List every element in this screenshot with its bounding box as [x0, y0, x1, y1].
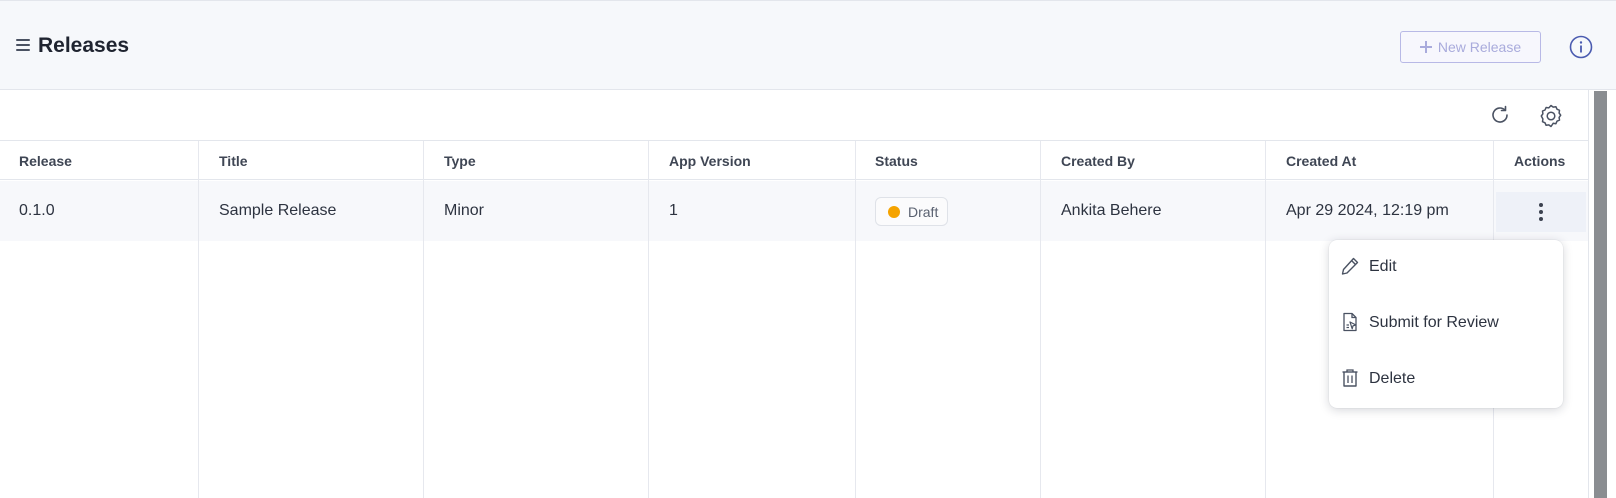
cell-app-version: 1: [669, 202, 678, 219]
column-divider: [1040, 141, 1041, 498]
page-header: Releases New Release: [0, 0, 1616, 90]
menu-item-label: Edit: [1369, 258, 1397, 275]
column-header-type[interactable]: Type: [444, 153, 476, 169]
status-label: Draft: [908, 203, 939, 220]
column-header-actions: Actions: [1514, 153, 1566, 169]
page-title: Releases: [38, 34, 130, 57]
releases-page: Releases New Release Release Title Type …: [0, 0, 1616, 498]
menu-item-submit-for-review[interactable]: Submit for Review: [1329, 297, 1563, 349]
column-divider: [1265, 141, 1266, 498]
table-row[interactable]: 0.1.0 Sample Release Minor 1 Draft Ankit…: [0, 181, 1588, 241]
new-release-label: New Release: [1437, 39, 1522, 55]
cell-release: 0.1.0: [19, 202, 55, 219]
row-actions-button[interactable]: [1496, 192, 1586, 232]
info-icon[interactable]: [1569, 35, 1593, 59]
column-divider: [423, 141, 424, 498]
menu-item-edit[interactable]: Edit: [1329, 241, 1563, 293]
table-header: Release Title Type App Version Status Cr…: [0, 141, 1588, 180]
document-submit-icon: [1343, 312, 1357, 332]
cell-created-at: Apr 29 2024, 12:19 pm: [1286, 202, 1449, 219]
kebab-menu-icon: [1539, 200, 1543, 224]
trash-icon: [1342, 369, 1358, 387]
column-header-release[interactable]: Release: [19, 153, 72, 169]
column-divider: [855, 141, 856, 498]
menu-item-label: Submit for Review: [1369, 314, 1499, 331]
gear-icon[interactable]: [1538, 103, 1564, 129]
row-actions-menu: Edit Submit for Review Delete: [1329, 240, 1563, 408]
column-divider: [198, 141, 199, 498]
column-header-created-by[interactable]: Created By: [1061, 153, 1135, 169]
cell-created-by: Ankita Behere: [1061, 202, 1162, 219]
scrollbar-thumb[interactable]: [1594, 91, 1607, 498]
hamburger-icon[interactable]: [16, 39, 30, 53]
new-release-button[interactable]: New Release: [1400, 31, 1541, 63]
refresh-icon[interactable]: [1488, 103, 1512, 127]
column-header-created-at[interactable]: Created At: [1286, 153, 1356, 169]
status-badge: Draft: [875, 197, 949, 226]
menu-item-label: Delete: [1369, 370, 1416, 387]
column-divider: [648, 141, 649, 498]
cell-type: Minor: [444, 202, 485, 219]
column-header-status[interactable]: Status: [875, 153, 918, 169]
status-dot: [888, 205, 900, 218]
menu-item-delete[interactable]: Delete: [1329, 353, 1563, 405]
plus-icon: [1419, 41, 1432, 53]
pencil-icon: [1341, 257, 1359, 275]
column-header-app-version[interactable]: App Version: [669, 153, 751, 169]
cell-title: Sample Release: [219, 202, 337, 219]
column-header-title[interactable]: Title: [219, 153, 248, 169]
